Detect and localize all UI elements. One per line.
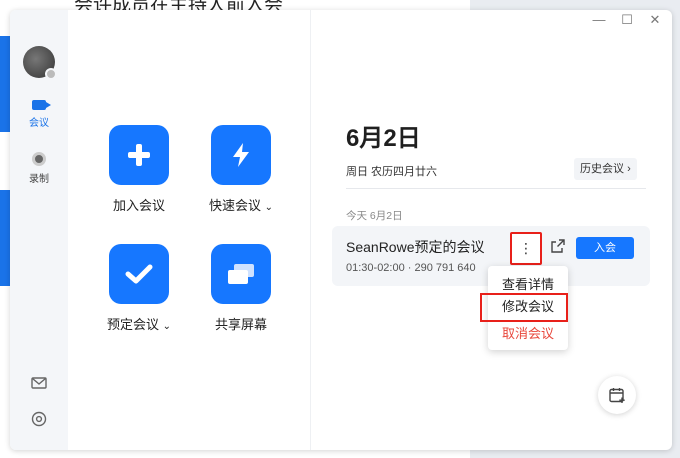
schedule-meeting-tile: [109, 244, 169, 304]
header-divider: [346, 188, 646, 189]
chevron-down-icon[interactable]: ⌄: [163, 321, 171, 332]
quick-meeting-button[interactable]: 快速会议 ⌄: [196, 125, 286, 214]
join-button[interactable]: 入会: [576, 237, 634, 259]
plus-icon: [128, 144, 150, 166]
edit-meeting-highlight: [480, 293, 568, 322]
video-camera-icon: [32, 100, 51, 110]
schedule-meeting-button[interactable]: 预定会议 ⌄: [94, 244, 184, 333]
menu-item-cancel-meeting[interactable]: 取消会议: [488, 323, 568, 345]
weekday-lunar-date: 周日 农历四月廿六: [346, 166, 438, 178]
checkmark-icon: [125, 264, 153, 284]
background-accent-strip: [0, 190, 10, 286]
share-screen-button[interactable]: 共享屏幕: [196, 244, 286, 333]
background-accent-strip: [0, 36, 10, 132]
share-screen-tile: [211, 244, 271, 304]
minimize-button[interactable]: —: [588, 12, 610, 27]
record-icon: [32, 152, 46, 166]
user-avatar[interactable]: [23, 46, 57, 80]
page-title-date: 6月2日: [346, 125, 421, 152]
sidebar-item-record[interactable]: 录制: [10, 152, 68, 185]
more-options-button[interactable]: ⋮: [510, 232, 542, 265]
mail-icon[interactable]: [30, 374, 48, 392]
maximize-button[interactable]: ☐: [616, 12, 638, 28]
quick-meeting-text: 快速会议: [208, 198, 261, 213]
chevron-right-icon: ›: [627, 163, 631, 175]
join-meeting-label: 加入会议: [112, 198, 165, 213]
chevron-down-icon[interactable]: ⌄: [265, 202, 273, 213]
today-section-label: 今天 6月2日: [346, 210, 403, 222]
sidebar-item-meeting[interactable]: 会议: [10, 100, 68, 129]
schedule-meeting-label: 预定会议 ⌄: [94, 314, 184, 333]
meeting-app-window: 会议 录制 加入会议 快速会议 ⌄ 预定会议 ⌄ 共享屏幕 — ☐ ✕ 6月2日…: [10, 10, 672, 450]
settings-icon[interactable]: [30, 410, 48, 428]
history-meetings-button[interactable]: 历史会议 ›: [574, 158, 637, 180]
share-screen-label: 共享屏幕: [214, 317, 267, 332]
close-button[interactable]: ✕: [644, 12, 666, 28]
history-meetings-label: 历史会议: [580, 163, 624, 175]
calendar-add-icon: [609, 388, 625, 403]
sidebar-item-label: 会议: [29, 118, 49, 129]
calendar-add-button[interactable]: [598, 376, 636, 414]
join-meeting-tile: [109, 125, 169, 185]
meeting-title: SeanRowe预定的会议: [346, 239, 485, 255]
avatar-status-badge: [45, 68, 57, 80]
lightning-icon: [233, 143, 249, 167]
meeting-time-id: 01:30-02:00 · 290 791 640: [346, 262, 476, 274]
join-meeting-button[interactable]: 加入会议: [94, 125, 184, 214]
share-screen-icon: [228, 264, 254, 284]
sidebar-item-label: 录制: [29, 174, 49, 185]
quick-meeting-label: 快速会议 ⌄: [196, 195, 286, 214]
sidebar: 会议 录制: [10, 10, 68, 450]
schedule-meeting-text: 预定会议: [106, 317, 159, 332]
external-link-icon[interactable]: [550, 238, 566, 254]
panel-divider: [310, 10, 311, 450]
quick-meeting-tile: [211, 125, 271, 185]
